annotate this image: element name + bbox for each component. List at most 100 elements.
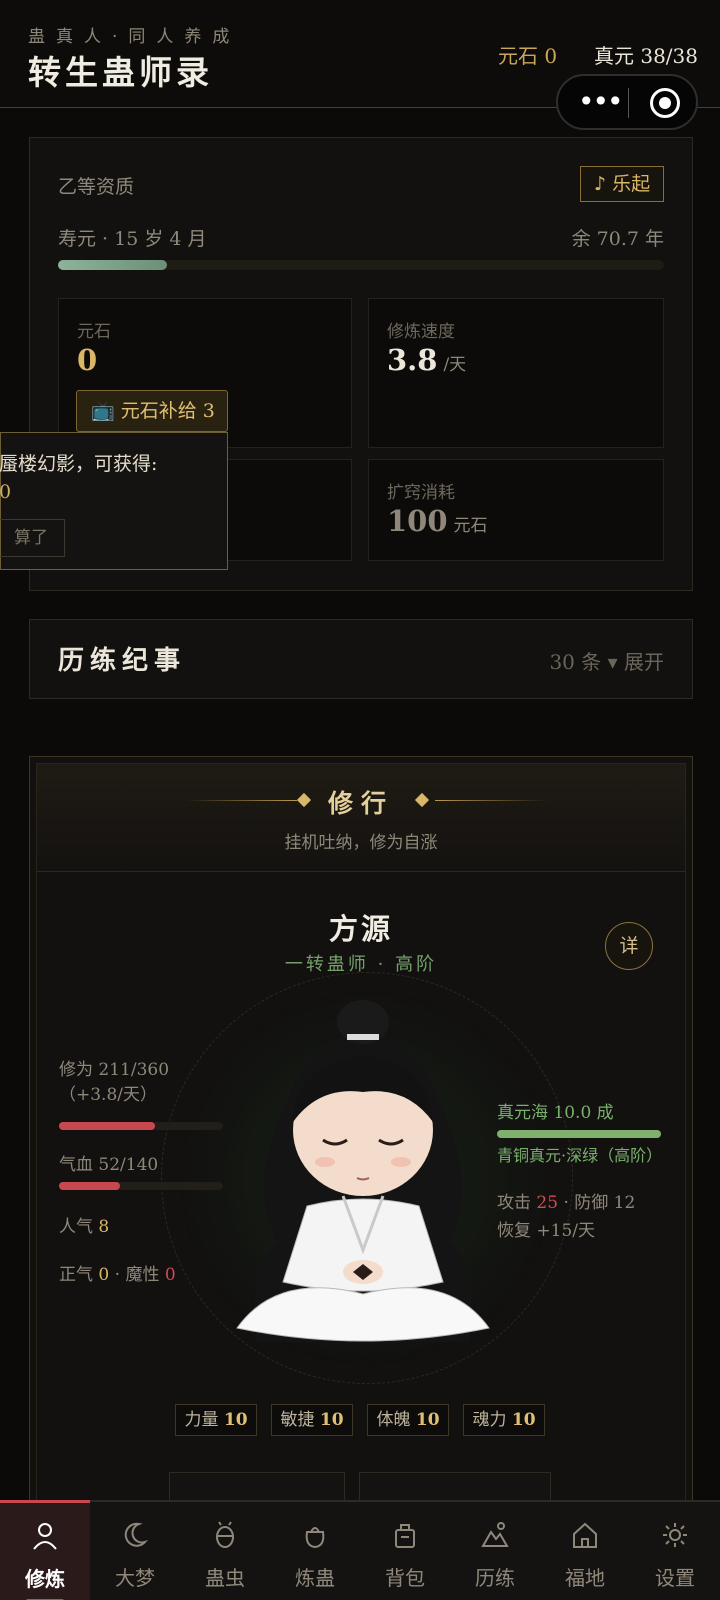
xiuwei-bar: [59, 1122, 223, 1130]
attribute-label: 敏捷: [280, 1410, 315, 1430]
xiuwei-bar-fill: [59, 1122, 156, 1130]
qixue-label: 气血 52/140: [59, 1155, 159, 1175]
renqi-row: 人气 8: [59, 1212, 109, 1237]
gear-icon: [663, 1523, 687, 1547]
tv-icon: 📺: [91, 400, 121, 422]
attribute-strength: 力量 10: [175, 1404, 257, 1436]
app-title: 转生蛊师录: [28, 53, 213, 92]
nav-item-dream[interactable]: 大梦: [90, 1502, 180, 1600]
expand-stat-card: 扩窍消耗 100 元石: [368, 459, 664, 561]
app-subtitle: 蛊真人·同人养成: [28, 27, 241, 47]
nav-item-cultivate[interactable]: 修炼: [0, 1500, 90, 1600]
popup-cancel-button[interactable]: 算了: [0, 519, 65, 557]
mountain-icon: [481, 1522, 509, 1547]
attribute-label: 魂力: [472, 1410, 507, 1430]
miniprogram-capsule: •••: [556, 74, 698, 130]
nav-item-refine[interactable]: 炼蛊: [270, 1502, 360, 1600]
nav-label: 修炼: [25, 1567, 65, 1591]
stone-refill-label: 元石补给 3: [120, 400, 215, 422]
moxing-label: · 魔性: [114, 1265, 160, 1285]
more-menu-icon[interactable]: •••: [578, 88, 624, 116]
nav-item-bag[interactable]: 背包: [360, 1502, 450, 1600]
sea-label: 真元海: [497, 1103, 548, 1123]
popup-message: 蜃楼幻影，可获得:: [0, 453, 158, 475]
title-ornament-right: [435, 800, 547, 801]
attribute-physique: 体魄 10: [367, 1404, 449, 1436]
person-icon: [33, 1523, 57, 1550]
nav-label: 大梦: [115, 1566, 155, 1590]
qixue-bar: [59, 1182, 223, 1190]
cultivation-card: 修行 挂机吐纳，修为自涨 方源 一转蛊师 · 高阶 详 修为 211/360（+…: [29, 756, 693, 1516]
moon-icon: [124, 1522, 149, 1547]
character-rank: 一转蛊师 · 高阶: [284, 954, 438, 975]
stone-refill-button[interactable]: 📺 元石补给 3: [76, 390, 228, 432]
sea-row: 真元海 10.0 成: [497, 1098, 614, 1123]
attribute-value: 10: [511, 1410, 536, 1430]
nav-item-gu[interactable]: 蛊虫: [180, 1502, 270, 1600]
nav-label: 设置: [655, 1566, 695, 1590]
attribute-agility: 敏捷 10: [271, 1404, 353, 1436]
attribute-soul: 魂力 10: [463, 1404, 545, 1436]
renqi-value: 8: [98, 1217, 110, 1237]
speed-stat-value: 3.8: [387, 343, 438, 377]
character-portrait: [236, 1000, 490, 1342]
bottom-nav: 修炼 大梦 蛊虫 炼蛊 背包 历练 福地 设置: [0, 1500, 720, 1600]
bug-icon: [216, 1521, 234, 1548]
reward-popup: 蜃楼幻影，可获得: 0 算了: [0, 432, 228, 570]
speed-stat-value-row: 3.8/天: [387, 343, 466, 377]
nav-label: 福地: [565, 1566, 605, 1590]
recover-label: 恢复 +15/天: [497, 1221, 596, 1241]
speed-stat-card: 修炼速度 3.8/天: [368, 298, 664, 448]
lifespan-remaining: 余 70.7 年: [571, 228, 664, 250]
renqi-label: 人气: [59, 1217, 93, 1237]
speed-stat-unit: /天: [443, 355, 467, 375]
aptitude-label: 乙等资质: [58, 176, 135, 198]
nav-item-blessed-land[interactable]: 福地: [540, 1502, 630, 1600]
journal-expand-toggle[interactable]: 30 条 ▾ 展开: [549, 646, 664, 675]
pot-icon: [305, 1527, 325, 1549]
expand-stat-value: 100: [387, 504, 448, 538]
expand-stat-label: 扩窍消耗: [387, 483, 455, 503]
stone-stat-value: 0: [77, 343, 98, 377]
nav-label: 蛊虫: [205, 1566, 245, 1590]
stone-stat-label: 元石: [77, 322, 111, 342]
lifespan-bar-fill: [58, 260, 168, 270]
attribute-value: 10: [415, 1410, 440, 1430]
close-target-icon[interactable]: [650, 88, 680, 118]
combat-row: 攻击 25 · 防御 12: [497, 1188, 635, 1213]
attack-value: 25: [536, 1193, 559, 1213]
nav-label: 背包: [385, 1566, 425, 1590]
moxing-value: 0: [164, 1265, 176, 1285]
home-icon: [573, 1522, 597, 1548]
attribute-value: 10: [223, 1410, 248, 1430]
journal-title: 历练纪事: [58, 646, 187, 676]
cultivation-title: 修行: [327, 789, 394, 818]
cultivation-frame: 修行 挂机吐纳，修为自涨 方源 一转蛊师 · 高阶 详 修为 211/360（+…: [36, 763, 686, 1516]
cultivation-header-band: 修行 挂机吐纳，修为自涨: [37, 764, 685, 872]
qixue-bar-fill: [59, 1182, 120, 1190]
nav-item-settings[interactable]: 设置: [630, 1502, 720, 1600]
attribute-label: 体魄: [376, 1410, 411, 1430]
bag-icon: [395, 1524, 415, 1548]
nav-label: 历练: [475, 1566, 515, 1590]
popup-amount: 0: [0, 481, 12, 503]
nav-item-adventure[interactable]: 历练: [450, 1502, 540, 1600]
nav-label: 炼蛊: [295, 1566, 335, 1590]
header-zhenyuan: 真元 38/38: [594, 44, 698, 68]
zhengqi-value: 0: [98, 1265, 110, 1285]
cultivation-subtitle: 挂机吐纳，修为自涨: [284, 833, 438, 853]
zhengqi-row: 正气 0 · 魔性 0: [59, 1260, 176, 1285]
music-toggle-button[interactable]: ♪ 乐起: [580, 166, 664, 202]
sea-value: 10.0 成: [553, 1103, 614, 1123]
defense-value: 12: [613, 1193, 636, 1213]
lifespan-label: 寿元 · 15 岁 4 月: [58, 228, 207, 250]
zhengqi-label: 正气: [59, 1265, 93, 1285]
sea-bar-fill: [497, 1130, 661, 1138]
detail-button[interactable]: 详: [605, 922, 653, 970]
journal-card[interactable]: 历练纪事 30 条 ▾ 展开: [29, 619, 693, 699]
speed-stat-label: 修炼速度: [387, 322, 455, 342]
expand-stat-value-row: 100 元石: [387, 504, 488, 538]
attack-label: 攻击: [497, 1193, 531, 1213]
lifespan-bar: [58, 260, 664, 270]
capsule-divider: [628, 88, 629, 118]
